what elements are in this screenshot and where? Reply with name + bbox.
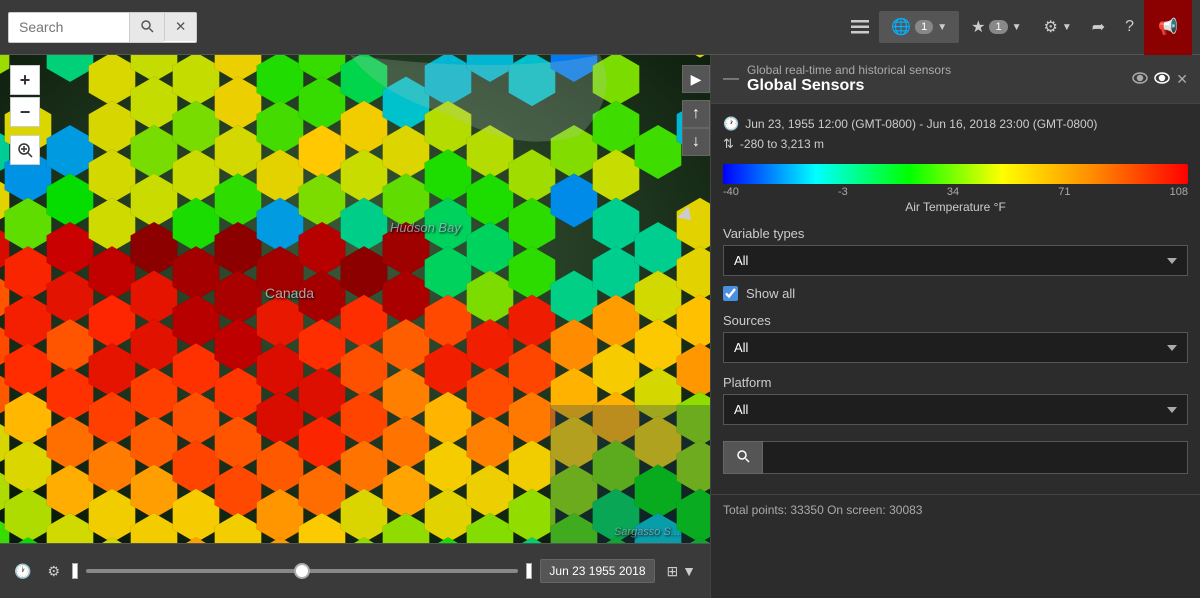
panel-title: Global Sensors [747, 77, 951, 95]
panel-collapse-button[interactable]: — [723, 70, 739, 88]
broadcast-icon: 📢 [1158, 19, 1178, 36]
help-icon: ? [1125, 18, 1134, 36]
clock-icon: 🕐 [723, 116, 739, 132]
panel-meta: 🕐 Jun 23, 1955 12:00 (GMT-0800) - Jun 16… [723, 116, 1188, 152]
panel-eye-open-button[interactable] [1154, 71, 1170, 88]
timeline-right-handle[interactable] [526, 563, 532, 579]
panel-header-text: Global real-time and historical sensors … [747, 63, 951, 95]
star-icon: ★ [971, 17, 985, 37]
forward-icon: ➦ [1092, 17, 1105, 37]
map-right-controls: ▶ [682, 65, 710, 93]
color-scale: -40 -3 34 71 108 Air Temperature °F [723, 164, 1188, 214]
show-all-row: Show all [723, 286, 1188, 301]
panel-search [723, 441, 1188, 474]
search-box: ✕ [8, 12, 197, 43]
settings-dropdown-icon: ▼ [1062, 22, 1072, 33]
star-dropdown-icon: ▼ [1012, 22, 1022, 33]
timeline-track[interactable] [86, 569, 518, 573]
color-scale-title: Air Temperature °F [723, 200, 1188, 214]
variable-types-select[interactable]: All Air Temperature Water Temperature Wi… [723, 245, 1188, 276]
timeline-date-label: Jun 23 1955 2018 [540, 559, 654, 583]
sources-select[interactable]: All NOAA NASA ESA [723, 332, 1188, 363]
globe-dropdown-icon: ▼ [937, 22, 947, 33]
timeline-filter-button[interactable]: ⊞ ▼ [663, 559, 700, 584]
platform-select[interactable]: All Satellite Ground Station Buoy [723, 394, 1188, 425]
timeline-playhead[interactable] [294, 563, 310, 579]
search-input[interactable] [9, 13, 129, 41]
right-panel: — Global real-time and historical sensor… [710, 55, 1200, 598]
help-button[interactable]: ? [1115, 12, 1144, 42]
hex-map[interactable] [0, 55, 710, 543]
map-updown-controls: ↑ ↓ [682, 100, 710, 156]
variable-types-label: Variable types [723, 226, 1188, 241]
scale-label-0: -40 [723, 186, 739, 198]
star-badge: 1 [989, 20, 1007, 34]
broadcast-button[interactable]: 📢 [1144, 0, 1192, 55]
scale-label-3: 71 [1058, 186, 1070, 198]
scale-label-4: 108 [1170, 186, 1188, 198]
timeline-left-handle[interactable] [72, 563, 78, 579]
color-scale-labels: -40 -3 34 71 108 [723, 186, 1188, 198]
elevation-icon: ⇅ [723, 136, 734, 152]
scale-label-2: 34 [947, 186, 959, 198]
globe-button[interactable]: 🌐 1 ▼ [879, 11, 959, 43]
panel-header-icons: ✕ [1132, 71, 1188, 88]
panel-subtitle: Global real-time and historical sensors [747, 63, 951, 77]
show-all-label[interactable]: Show all [746, 286, 795, 301]
meta-elev-text: -280 to 3,213 m [740, 137, 824, 151]
favorites-button[interactable]: ★ 1 ▼ [959, 11, 1033, 43]
meta-elev-row: ⇅ -280 to 3,213 m [723, 136, 1188, 152]
panel-body: 🕐 Jun 23, 1955 12:00 (GMT-0800) - Jun 16… [711, 104, 1200, 486]
zoom-fit-button[interactable] [10, 135, 40, 165]
panel-close-button[interactable]: ✕ [1176, 71, 1188, 88]
globe-icon: 🌐 [891, 17, 911, 37]
panel-header: — Global real-time and historical sensor… [711, 55, 1200, 104]
settings-button[interactable]: ⚙ ▼ [1034, 11, 1082, 43]
toolbar: ✕ 🌐 1 ▼ ★ 1 ▼ ⚙ ▼ ➦ ? 📢 [0, 0, 1200, 55]
show-all-checkbox[interactable] [723, 286, 738, 301]
map-area[interactable]: Canada Hudson Bay Sargasso S... + − ▶ ↑ … [0, 55, 710, 598]
panel-search-button[interactable] [723, 441, 763, 474]
zoom-in-button[interactable]: + [10, 65, 40, 95]
forward-button[interactable]: ➦ [1082, 11, 1115, 43]
panel-eye-button[interactable] [1132, 71, 1148, 88]
platform-label: Platform [723, 375, 1188, 390]
globe-badge: 1 [915, 20, 933, 34]
pan-up-button[interactable]: ↑ [682, 100, 710, 128]
timeline-settings-button[interactable]: ⚙ [43, 559, 64, 584]
timeline: 🕐 ⚙ Jun 23 1955 2018 ⊞ ▼ [0, 543, 710, 598]
pan-down-button[interactable]: ↓ [682, 128, 710, 156]
zoom-out-button[interactable]: − [10, 97, 40, 127]
meta-time-row: 🕐 Jun 23, 1955 12:00 (GMT-0800) - Jun 16… [723, 116, 1188, 132]
meta-time-text: Jun 23, 1955 12:00 (GMT-0800) - Jun 16, … [745, 117, 1097, 131]
panel-search-input[interactable] [763, 441, 1188, 474]
sources-label: Sources [723, 313, 1188, 328]
expand-panel-button[interactable]: ▶ [682, 65, 710, 93]
search-button[interactable] [129, 13, 164, 42]
search-clear-button[interactable]: ✕ [164, 13, 196, 41]
total-points-text: Total points: 33350 On screen: 30083 [723, 503, 922, 517]
panel-footer: Total points: 33350 On screen: 30083 [711, 494, 1200, 525]
map-zoom-controls: + − [10, 65, 40, 165]
timeline-clock-button[interactable]: 🕐 [10, 559, 35, 584]
layers-button[interactable] [841, 14, 879, 40]
color-scale-bar [723, 164, 1188, 184]
scale-label-1: -3 [838, 186, 848, 198]
gear-icon: ⚙ [1044, 17, 1058, 37]
timeline-slider[interactable] [86, 569, 518, 573]
